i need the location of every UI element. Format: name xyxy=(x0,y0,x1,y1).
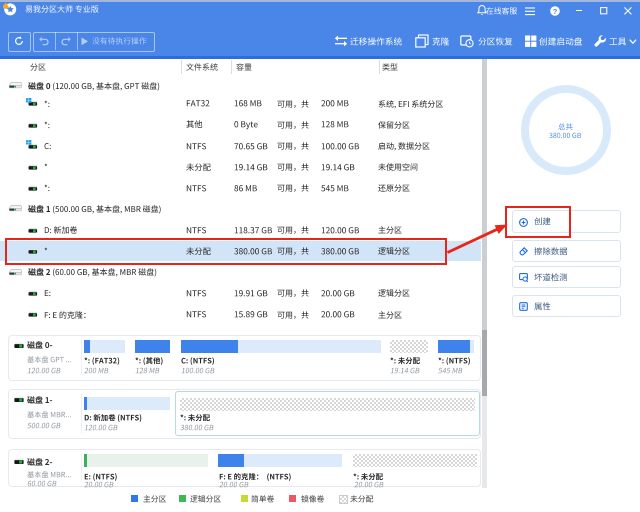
svg-text:?: ? xyxy=(553,7,558,16)
